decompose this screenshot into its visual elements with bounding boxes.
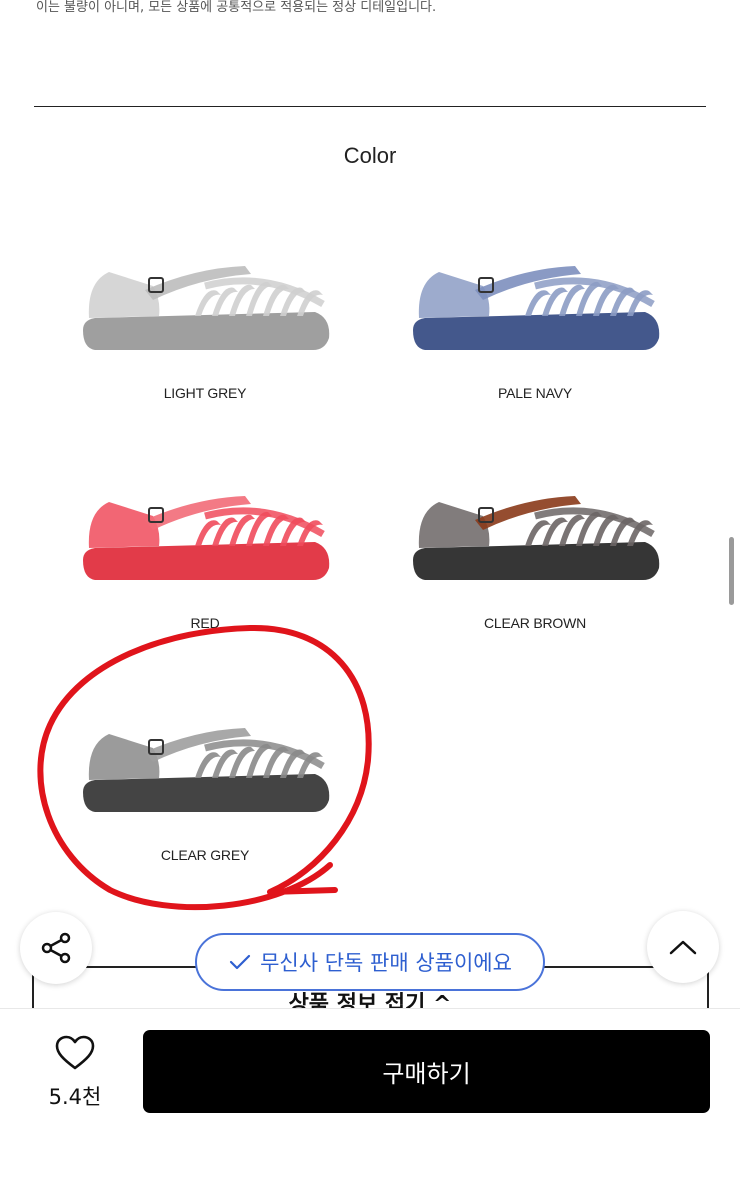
color-label: LIGHT GREY: [163, 385, 247, 401]
color-label: PALE NAVY: [498, 385, 572, 401]
color-option-red: RED: [55, 482, 355, 672]
sandal-image: [413, 266, 660, 350]
chevron-up-icon: [669, 940, 697, 955]
color-label: CLEAR GREY: [160, 847, 250, 863]
color-label: CLEAR BROWN: [483, 615, 587, 631]
like-count: 5.4천: [48, 1085, 102, 1109]
color-option-light-grey: LIGHT GREY: [55, 252, 355, 442]
check-icon: [229, 954, 251, 970]
sandal-image: [83, 496, 330, 580]
exclusive-badge[interactable]: 무신사 단독 판매 상품이에요: [195, 933, 545, 991]
scrollbar[interactable]: [729, 537, 734, 605]
sandal-image: [83, 266, 330, 350]
color-option-clear-grey: CLEAR GREY: [55, 714, 355, 904]
scroll-top-button[interactable]: [647, 911, 719, 983]
detail-note: 이는 불량이 아니며, 모든 상품에 공통적으로 적용되는 정상 디테일입니다.: [36, 0, 437, 15]
color-label: RED: [190, 615, 220, 631]
buy-button[interactable]: 구매하기: [143, 1030, 710, 1113]
heart-icon: [55, 1035, 95, 1070]
sandal-image: [413, 496, 660, 580]
section-divider: [34, 106, 706, 107]
section-title: Color: [343, 143, 397, 168]
share-button[interactable]: [20, 912, 92, 984]
sandal-image: [83, 728, 330, 812]
color-option-pale-navy: PALE NAVY: [385, 252, 685, 442]
color-option-clear-brown: CLEAR BROWN: [385, 482, 685, 672]
exclusive-badge-text: 무신사 단독 판매 상품이에요: [260, 951, 512, 975]
like-button[interactable]: 5.4천: [40, 1035, 110, 1111]
share-icon: [41, 932, 71, 964]
